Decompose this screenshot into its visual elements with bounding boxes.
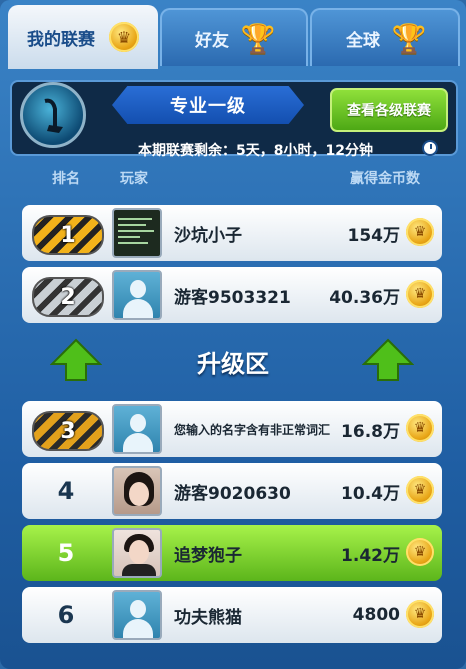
coins-value: 4800 [352,605,400,625]
tab-global[interactable]: 全球 🏆 [310,8,460,66]
tab-bar: 我的联赛 ♛ 好友 🏆 全球 🏆 [0,0,466,69]
tab-label: 我的联赛 [27,29,95,50]
silver-rank-badge: 2 [32,277,104,317]
crown-icon: ♛ [406,280,434,308]
bronze-rank-badge: 3 [32,411,104,451]
player-name: 沙坑小子 [174,225,242,246]
tab-label: 全球 [346,30,380,51]
coins-value: 16.8万 [341,421,400,442]
player-name: 功夫熊猫 [174,607,242,628]
coins-value: 1.42万 [341,545,400,566]
golf-club-emblem-icon [20,82,86,148]
default-avatar [112,404,162,454]
trophy-icon: 🏆 [391,21,427,55]
up-arrow-icon [362,338,414,381]
tab-label: 好友 [195,30,229,51]
column-header-coins: 赢得金币数 [350,171,420,187]
tab-friends[interactable]: 好友 🏆 [160,8,308,66]
crown-icon: ♛ [406,538,434,566]
boy-photo-avatar [112,528,162,578]
remaining-time: 本期联赛剩余：5天，8小时，12分钟 [138,143,373,159]
player-name: 游客9020630 [174,483,291,504]
player-name: 您输入的名字含有非正常词汇 [174,422,331,437]
coins-value: 40.36万 [329,287,400,308]
table-row[interactable]: 4 游客9020630 10.4万 ♛ [22,463,442,519]
crown-icon: ♛ [406,218,434,246]
table-row[interactable]: 6 功夫熊猫 4800 ♛ [22,587,442,643]
table-row[interactable]: 2 游客9503321 40.36万 ♛ [22,267,442,323]
terminal-avatar [112,208,162,258]
default-avatar [112,270,162,320]
coins-value: 154万 [347,225,401,246]
view-levels-button[interactable]: 查看各级联赛 [330,88,448,132]
girl-photo-avatar [112,466,162,516]
league-panel: 我的联赛 ♛ 好友 🏆 全球 🏆 专业一级 查看各级联赛 本期联赛剩余：5天，8… [0,0,466,669]
crown-icon: ♛ [406,600,434,628]
default-avatar [112,590,162,640]
column-header-rank: 排名 [52,171,80,187]
coins-value: 10.4万 [341,483,400,504]
clock-icon [422,140,438,156]
crown-icon: ♛ [406,476,434,504]
table-row[interactable]: 1 沙坑小子 154万 ♛ [22,205,442,261]
table-row-current-player[interactable]: 5 追梦狍子 1.42万 ♛ [22,525,442,581]
column-header-player: 玩家 [120,171,148,187]
rank-number: 4 [57,477,75,505]
gold-rank-badge: 1 [32,215,104,255]
tab-my-league[interactable]: 我的联赛 ♛ [8,5,158,69]
crown-icon: ♛ [109,22,139,52]
trophy-icon: 🏆 [240,21,276,55]
player-name: 游客9503321 [174,287,291,308]
league-name-ribbon: 专业一级 [112,86,304,124]
crown-icon: ♛ [406,414,434,442]
player-name: 追梦狍子 [174,545,242,566]
table-row[interactable]: 3 您输入的名字含有非正常词汇 16.8万 ♛ [22,401,442,457]
rank-number: 6 [57,601,75,629]
rank-number: 5 [57,539,75,567]
